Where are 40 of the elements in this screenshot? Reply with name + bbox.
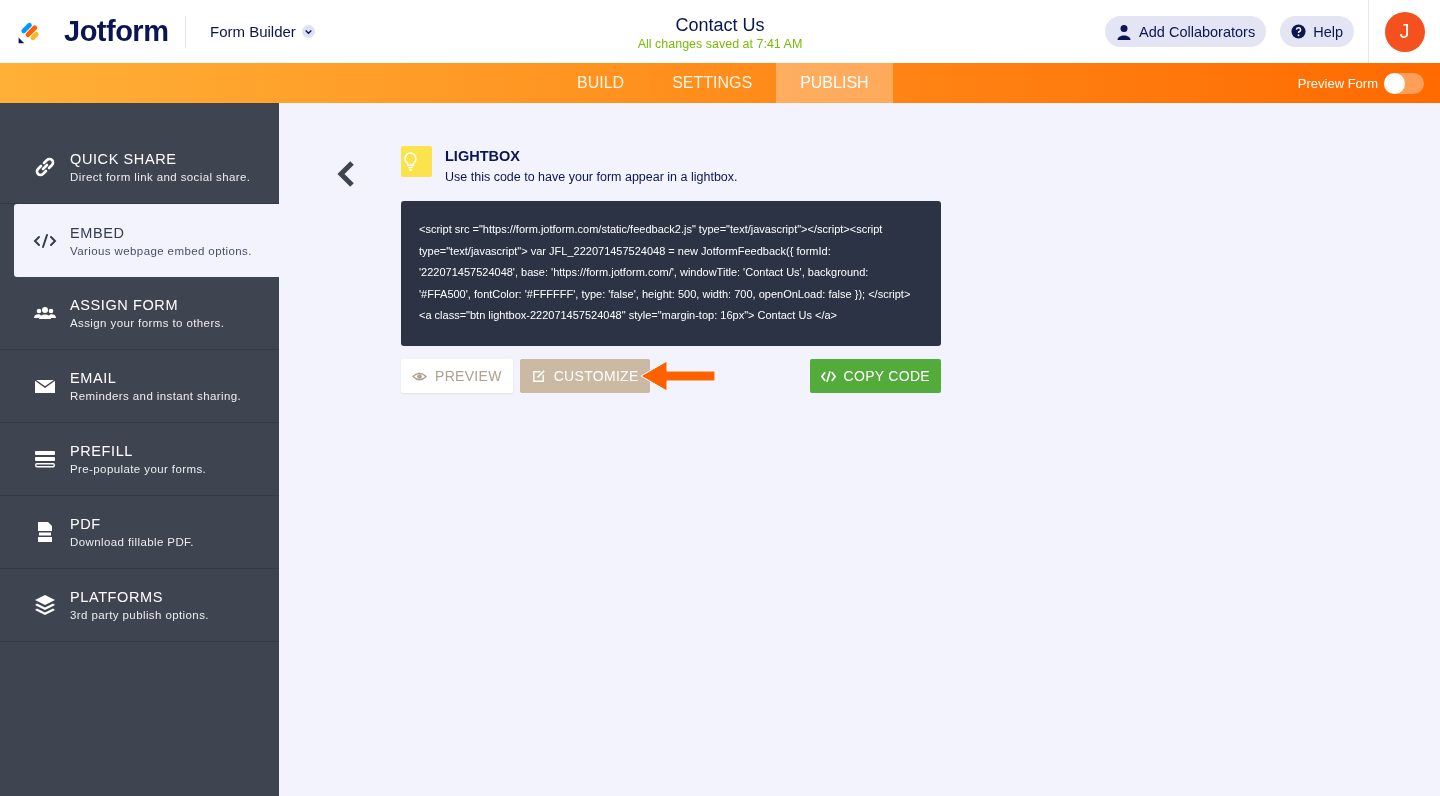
- embed-code-block: <script src ="https://form.jotform.com/static/feedback2.js" type="text/javascript"></script><script type="text/javascript"> var JFL_222071457524048 = new JotformFeedback({ formId: '222071457524048', base: 'https://form.jotform.com/', windowTitle: 'Contact Us', background: '#FFA500', fontColor: '#FFFFFF', type: 'false', height: 500, width: 700, openOnLoad: false }); </script> <a class="btn lightbox-222071457524048" style="margin-top: 16px"> Contact Us </a>: [401, 201, 941, 346]
- item-subtitle: Direct form link and social share.: [70, 171, 251, 183]
- item-title: EMBED: [70, 224, 126, 241]
- code-icon: [820, 368, 836, 384]
- section-title: LIGHTBOX: [445, 148, 521, 164]
- form-builder-menu[interactable]: Form Builder: [204, 22, 321, 41]
- sidebar-item[interactable]: PLATFORMS 3rd party publish options.: [0, 569, 279, 642]
- item-subtitle: Assign your forms to others.: [70, 317, 225, 329]
- item-title: PLATFORMS: [70, 589, 164, 605]
- item-subtitle: 3rd party publish options.: [70, 609, 209, 621]
- add-collaborators-button[interactable]: Add Collaborators: [1105, 16, 1267, 47]
- item-title: PREFILL: [70, 443, 135, 459]
- item-subtitle: Reminders and instant sharing.: [70, 390, 242, 402]
- sidebar-item[interactable]: PREFILL Pre-populate your forms.: [0, 423, 279, 496]
- sidebar-item[interactable]: ASSIGN FORM Assign your forms to others.: [0, 277, 279, 350]
- chevron-down-icon: [301, 25, 315, 38]
- edit-icon: [530, 368, 546, 384]
- lightbulb-icon: [401, 146, 432, 177]
- save-status: All changes saved at 7:41 AM: [637, 37, 803, 51]
- preview-toggle[interactable]: [1384, 72, 1424, 94]
- item-subtitle: Various webpage embed options.: [70, 244, 252, 257]
- item-subtitle: Pre-populate your forms.: [70, 463, 207, 475]
- layers-icon: [33, 593, 57, 617]
- back-icon[interactable]: [336, 160, 356, 188]
- person-icon: [1116, 23, 1133, 40]
- sidebar-item[interactable]: EMBED Various webpage embed options.: [14, 204, 279, 277]
- logo-text: Jotform: [64, 15, 169, 48]
- sidebar-item[interactable]: PDF Download fillable PDF.: [0, 496, 279, 569]
- item-subtitle: Download fillable PDF.: [70, 536, 194, 548]
- preview-form-label: Preview Form: [1297, 75, 1378, 91]
- sidebar-item[interactable]: EMAIL Reminders and instant sharing.: [0, 350, 279, 423]
- link-icon: [33, 155, 57, 179]
- item-title: QUICK SHARE: [70, 151, 178, 167]
- help-button[interactable]: Help: [1280, 16, 1354, 47]
- form-title: Contact Us: [675, 15, 765, 36]
- item-title: EMAIL: [70, 370, 118, 386]
- item-title: ASSIGN FORM: [70, 297, 180, 313]
- section-description: Use this code to have your form appear in a lightbox.: [445, 170, 738, 184]
- item-title: PDF: [70, 516, 102, 532]
- question-icon: [1291, 24, 1307, 39]
